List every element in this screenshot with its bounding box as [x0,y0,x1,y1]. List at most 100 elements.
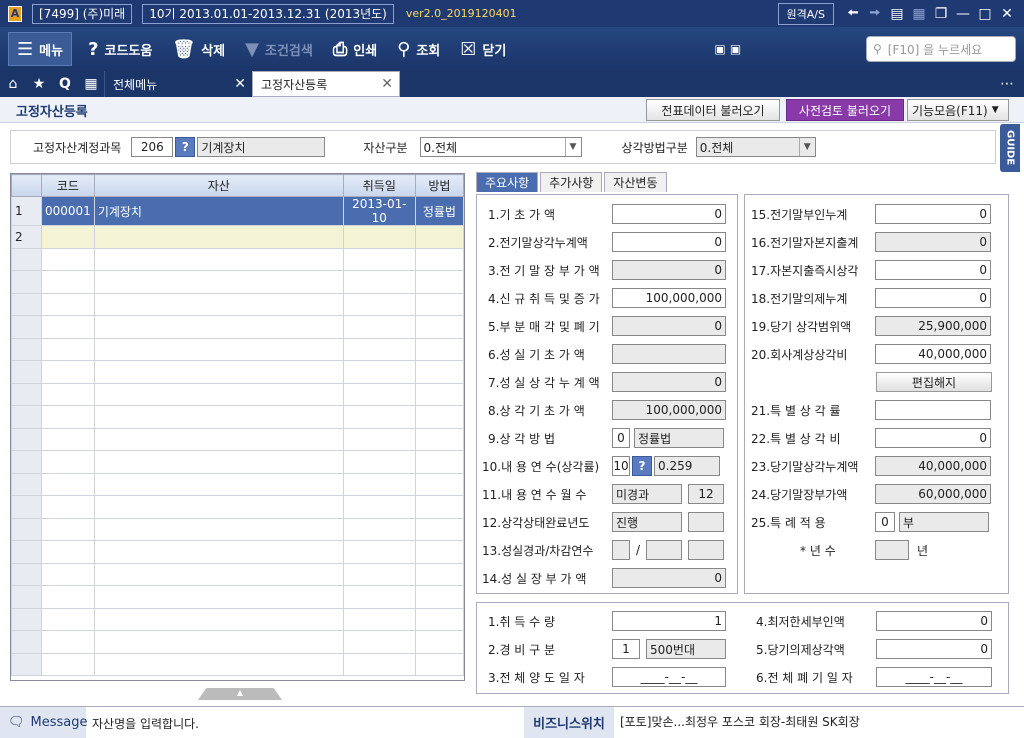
table-row[interactable] [11,450,464,474]
cell-date[interactable]: 2013-01-10 [342,196,416,226]
table-row[interactable] [11,382,464,406]
cell-code[interactable] [41,495,95,519]
cell-asset[interactable]: 기계장치 [93,196,344,226]
tab-asset-changes[interactable]: 자산변동 [604,172,667,192]
cell-date[interactable] [342,315,416,339]
table-row[interactable] [11,562,464,586]
forward-arrow-icon[interactable]: 🠪 [864,2,886,26]
account-lookup-button[interactable]: ? [175,137,196,157]
main-field-value[interactable] [875,400,991,420]
book-icon[interactable]: ▤ [886,6,908,22]
cell-code[interactable] [41,585,95,609]
main-field-value[interactable]: 0 [875,288,991,308]
maximize-icon[interactable]: □ [974,6,996,22]
asset-type-select[interactable]: 0.전체 ▼ [419,137,582,157]
cell-date[interactable] [342,450,416,474]
table-row[interactable] [11,360,464,384]
cell-asset[interactable] [93,652,344,676]
back-arrow-icon[interactable]: 🠨 [842,2,864,26]
table-row[interactable]: 1 000001 기계장치 2013-01-10 정률법 [11,196,464,226]
edit-release-button[interactable]: 편집해지 [876,372,992,392]
cell-asset[interactable] [93,585,344,609]
expense-code-input[interactable]: 1 [612,639,640,659]
cell-code[interactable] [41,337,95,361]
cell-code[interactable] [41,450,95,474]
faithful-deduct-input[interactable] [646,540,683,560]
cell-date[interactable] [342,472,416,496]
more-icon[interactable]: ⋯ [994,71,1020,97]
cell-code[interactable] [41,652,95,676]
cell-date[interactable] [342,517,416,541]
menu-button[interactable]: ☰ 메뉴 [8,32,73,66]
cell-date[interactable] [342,585,416,609]
cell-asset[interactable] [93,630,344,654]
table-row[interactable] [11,495,464,519]
cell-asset[interactable] [93,517,344,541]
table-row[interactable] [11,405,464,429]
splitter-handle[interactable]: ▲ [198,688,282,700]
cell-method[interactable]: 정률법 [414,196,464,226]
cell-asset[interactable] [93,472,344,496]
cell-date[interactable] [342,562,416,586]
cell-method[interactable] [414,517,464,541]
main-field-value[interactable]: 0 [875,428,991,448]
cell-method[interactable] [414,630,464,654]
cell-method[interactable] [414,472,464,496]
cell-asset[interactable] [93,225,344,249]
cell-date[interactable] [342,270,416,294]
cell-method[interactable] [414,247,464,271]
main-field-value[interactable]: 100,000,000 [612,288,726,308]
remote-support-button[interactable]: 원격A/S [777,2,834,25]
table-row[interactable] [11,315,464,339]
table-row[interactable] [11,472,464,496]
cell-date[interactable] [342,427,416,451]
cell-date[interactable] [342,225,416,249]
table-row[interactable] [11,630,464,654]
cell-date[interactable] [342,247,416,271]
cell-date[interactable] [342,652,416,676]
acq-qty-input[interactable]: 1 [612,611,726,631]
cell-date[interactable] [342,607,416,631]
cell-date[interactable] [342,382,416,406]
cell-date[interactable] [342,292,416,316]
table-row[interactable] [11,247,464,271]
period-selector[interactable]: 10기 2013.01.01-2013.12.31 (2013년도) [142,3,394,24]
main-field-value[interactable]: 0 [875,260,991,280]
print-button[interactable]: ⎙ 인쇄 [329,32,381,66]
cell-code[interactable] [41,540,95,564]
main-field-value[interactable]: 0 [875,204,991,224]
cell-code[interactable] [41,225,95,249]
cell-date[interactable] [342,495,416,519]
cell-method[interactable] [414,585,464,609]
layout-toggle-icon[interactable]: ▣ ▣ [710,32,745,66]
cell-method[interactable] [414,495,464,519]
disposal-date-input[interactable]: ____-__-__ [612,667,726,687]
cell-date[interactable] [342,540,416,564]
cell-asset[interactable] [93,450,344,474]
cell-method[interactable] [414,315,464,339]
cell-asset[interactable] [93,382,344,406]
cell-method[interactable] [414,270,464,294]
cell-asset[interactable] [93,495,344,519]
cell-code[interactable] [41,562,95,586]
company-selector[interactable]: [7499] (주)미래 [32,3,133,24]
close-tab-icon[interactable]: ✕ [234,76,246,92]
table-row[interactable] [11,337,464,361]
close-tab-icon[interactable]: ✕ [381,76,393,92]
cell-code[interactable] [41,427,95,451]
guide-tab[interactable]: GUIDE [1000,124,1020,172]
inquiry-button[interactable]: ⚲ 조회 [393,32,444,66]
table-row[interactable] [11,270,464,294]
cell-asset[interactable] [93,607,344,631]
faithful-elapsed-input[interactable] [612,540,630,560]
cell-method[interactable] [414,540,464,564]
cell-code[interactable] [41,517,95,541]
cell-date[interactable] [342,360,416,384]
table-row[interactable] [11,540,464,564]
condition-search-button[interactable]: ▼ 조건검색 [241,32,317,66]
close-window-icon[interactable]: ✕ [996,6,1018,22]
cell-method[interactable] [414,382,464,406]
cell-asset[interactable] [93,337,344,361]
tab-additional-items[interactable]: 추가사항 [540,172,603,192]
cell-method[interactable] [414,405,464,429]
